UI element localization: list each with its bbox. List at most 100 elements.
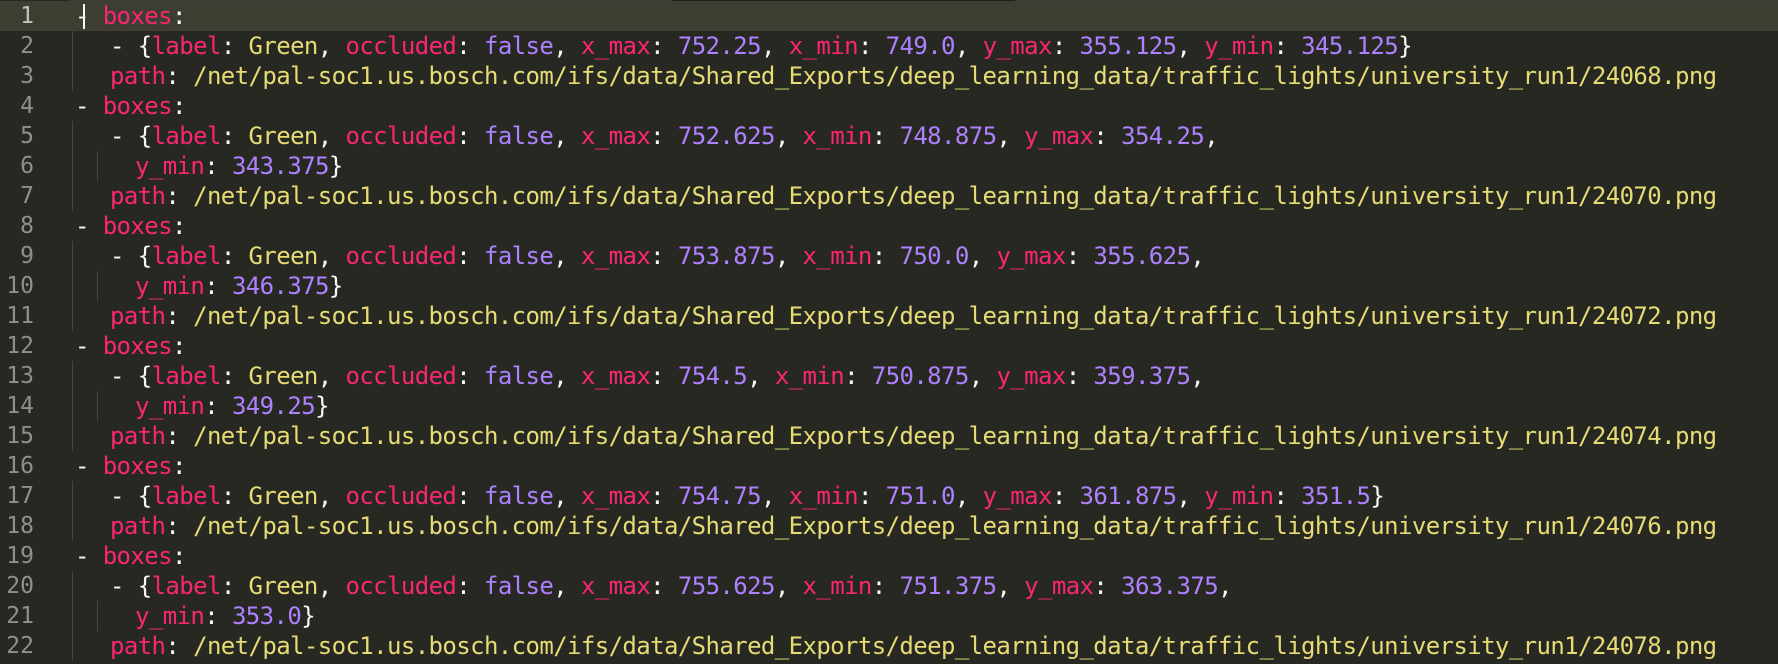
yaml-punctuation: , bbox=[774, 122, 803, 150]
yaml-key: label bbox=[151, 242, 222, 270]
yaml-punctuation: : bbox=[871, 122, 900, 150]
code-line[interactable]: 9 - {label: Green, occluded: false, x_max… bbox=[0, 241, 1778, 271]
yaml-key: x_min bbox=[802, 242, 873, 270]
code-text[interactable]: path: /net/pal-soc1.us.bosch.com/ifs/dat… bbox=[110, 181, 1717, 211]
code-line[interactable]: 4 - boxes: bbox=[0, 91, 1778, 121]
yaml-punctuation: - { bbox=[110, 362, 152, 390]
code-text[interactable]: - {label: Green, occluded: false, x_max:… bbox=[110, 241, 1205, 271]
code-text[interactable]: y_min: 349.25} bbox=[135, 391, 330, 421]
code-text[interactable]: y_min: 353.0} bbox=[135, 601, 316, 631]
code-line[interactable]: 8 - boxes: bbox=[0, 211, 1778, 241]
yaml-number: 753.875 bbox=[677, 242, 776, 270]
yaml-punctuation: , bbox=[747, 362, 775, 390]
line-number: 14 bbox=[6, 393, 34, 419]
code-text[interactable]: y_min: 343.375} bbox=[135, 151, 343, 181]
code-text[interactable]: - boxes: bbox=[75, 1, 186, 31]
yaml-string: Green bbox=[248, 482, 319, 510]
code-text[interactable]: - {label: Green, occluded: false, x_max:… bbox=[110, 361, 1205, 391]
code-line[interactable]: 13 - {label: Green, occluded: false, x_ma… bbox=[0, 361, 1778, 391]
yaml-punctuation: , bbox=[317, 482, 346, 510]
yaml-string: Green bbox=[248, 242, 319, 270]
code-line[interactable]: 10 y_min: 346.375} bbox=[0, 271, 1778, 301]
yaml-punctuation: , bbox=[1176, 32, 1205, 60]
yaml-punctuation: : bbox=[857, 482, 886, 510]
code-line[interactable]: 7 path: /net/pal-soc1.us.bosch.com/ifs/da… bbox=[0, 181, 1778, 211]
code-line[interactable]: 18 path: /net/pal-soc1.us.bosch.com/ifs/d… bbox=[0, 511, 1778, 541]
line-number: 20 bbox=[6, 573, 34, 599]
code-line[interactable]: 14 y_min: 349.25} bbox=[0, 391, 1778, 421]
yaml-punctuation: - { bbox=[110, 32, 152, 60]
yaml-key: label bbox=[151, 482, 222, 510]
yaml-key: y_min bbox=[135, 272, 205, 300]
code-text[interactable]: - {label: Green, occluded: false, x_max:… bbox=[110, 121, 1219, 151]
yaml-key: x_max bbox=[580, 32, 651, 60]
yaml-string: Green bbox=[248, 122, 319, 150]
line-number: 9 bbox=[20, 243, 34, 269]
yaml-punctuation: , bbox=[760, 32, 789, 60]
yaml-punctuation: : bbox=[650, 122, 678, 150]
yaml-string: /net/pal-soc1.us.bosch.com/ifs/data/Shar… bbox=[193, 512, 1717, 540]
code-line[interactable]: 15 path: /net/pal-soc1.us.bosch.com/ifs/d… bbox=[0, 421, 1778, 451]
yaml-key: x_max bbox=[580, 242, 651, 270]
code-text[interactable]: - boxes: bbox=[75, 211, 186, 241]
line-number: 10 bbox=[6, 273, 34, 299]
code-line[interactable]: 5 - {label: Green, occluded: false, x_max… bbox=[0, 121, 1778, 151]
yaml-number: false bbox=[483, 482, 554, 510]
code-line[interactable]: 19 - boxes: bbox=[0, 541, 1778, 571]
code-line[interactable]: 22 path: /net/pal-soc1.us.bosch.com/ifs/d… bbox=[0, 631, 1778, 661]
yaml-punctuation: : bbox=[220, 122, 249, 150]
code-text[interactable]: path: /net/pal-soc1.us.bosch.com/ifs/dat… bbox=[110, 301, 1717, 331]
yaml-number: 751.0 bbox=[885, 482, 956, 510]
line-number: 17 bbox=[6, 483, 34, 509]
yaml-number: 355.125 bbox=[1079, 32, 1178, 60]
yaml-punctuation: : bbox=[165, 632, 194, 660]
line-number: 18 bbox=[6, 513, 34, 539]
yaml-punctuation: , bbox=[553, 32, 581, 60]
code-line[interactable]: 16 - boxes: bbox=[0, 451, 1778, 481]
yaml-punctuation: , bbox=[553, 572, 581, 600]
code-line[interactable]: 2 - {label: Green, occluded: false, x_max… bbox=[0, 31, 1778, 61]
code-line[interactable]: 20 - {label: Green, occluded: false, x_ma… bbox=[0, 571, 1778, 601]
yaml-punctuation: , bbox=[317, 572, 346, 600]
yaml-punctuation: : bbox=[171, 92, 186, 120]
yaml-number: 361.875 bbox=[1079, 482, 1178, 510]
code-text[interactable]: - boxes: bbox=[75, 541, 186, 571]
yaml-key: occluded bbox=[345, 572, 457, 600]
code-text[interactable]: - {label: Green, occluded: false, x_max:… bbox=[110, 571, 1233, 601]
code-text[interactable]: - boxes: bbox=[75, 331, 186, 361]
code-editor[interactable]: 1- boxes: 2- {label: Green, occluded: fal… bbox=[0, 0, 1778, 664]
yaml-punctuation: , bbox=[553, 242, 581, 270]
yaml-string: /net/pal-soc1.us.bosch.com/ifs/data/Shar… bbox=[193, 632, 1717, 660]
yaml-number: 363.375 bbox=[1121, 572, 1219, 600]
code-text[interactable]: path: /net/pal-soc1.us.bosch.com/ifs/dat… bbox=[110, 421, 1717, 451]
code-text[interactable]: - {label: Green, occluded: false, x_max:… bbox=[110, 481, 1385, 511]
code-line[interactable]: 21 y_min: 353.0} bbox=[0, 601, 1778, 631]
code-text[interactable]: path: /net/pal-soc1.us.bosch.com/ifs/dat… bbox=[110, 61, 1717, 91]
code-line[interactable]: 1 - boxes: bbox=[0, 1, 1778, 31]
code-text[interactable]: path: /net/pal-soc1.us.bosch.com/ifs/dat… bbox=[110, 631, 1717, 661]
yaml-punctuation: } bbox=[1370, 482, 1385, 510]
line-number: 12 bbox=[6, 333, 34, 359]
code-text[interactable]: y_min: 346.375} bbox=[135, 271, 343, 301]
yaml-key: label bbox=[151, 572, 222, 600]
code-line[interactable]: 3 path: /net/pal-soc1.us.bosch.com/ifs/da… bbox=[0, 61, 1778, 91]
indent-guide bbox=[72, 121, 73, 151]
yaml-number: false bbox=[483, 572, 554, 600]
code-text[interactable]: - boxes: bbox=[75, 451, 186, 481]
yaml-number: 353.0 bbox=[231, 602, 302, 630]
yaml-punctuation: : bbox=[857, 32, 886, 60]
code-text[interactable]: - boxes: bbox=[75, 91, 186, 121]
line-number: 3 bbox=[20, 63, 34, 89]
yaml-punctuation: - { bbox=[110, 572, 152, 600]
code-text[interactable]: - {label: Green, occluded: false, x_max:… bbox=[110, 31, 1413, 61]
yaml-punctuation: : bbox=[1051, 482, 1080, 510]
code-text[interactable]: path: /net/pal-soc1.us.bosch.com/ifs/dat… bbox=[110, 511, 1717, 541]
yaml-key: boxes bbox=[102, 92, 173, 120]
code-line[interactable]: 6 y_min: 343.375} bbox=[0, 151, 1778, 181]
yaml-punctuation: : bbox=[171, 212, 186, 240]
yaml-punctuation: : bbox=[204, 392, 232, 420]
code-line[interactable]: 11 path: /net/pal-soc1.us.bosch.com/ifs/d… bbox=[0, 301, 1778, 331]
code-line[interactable]: 12 - boxes: bbox=[0, 331, 1778, 361]
code-line[interactable]: 17 - {label: Green, occluded: false, x_ma… bbox=[0, 481, 1778, 511]
yaml-punctuation: - bbox=[75, 332, 103, 360]
